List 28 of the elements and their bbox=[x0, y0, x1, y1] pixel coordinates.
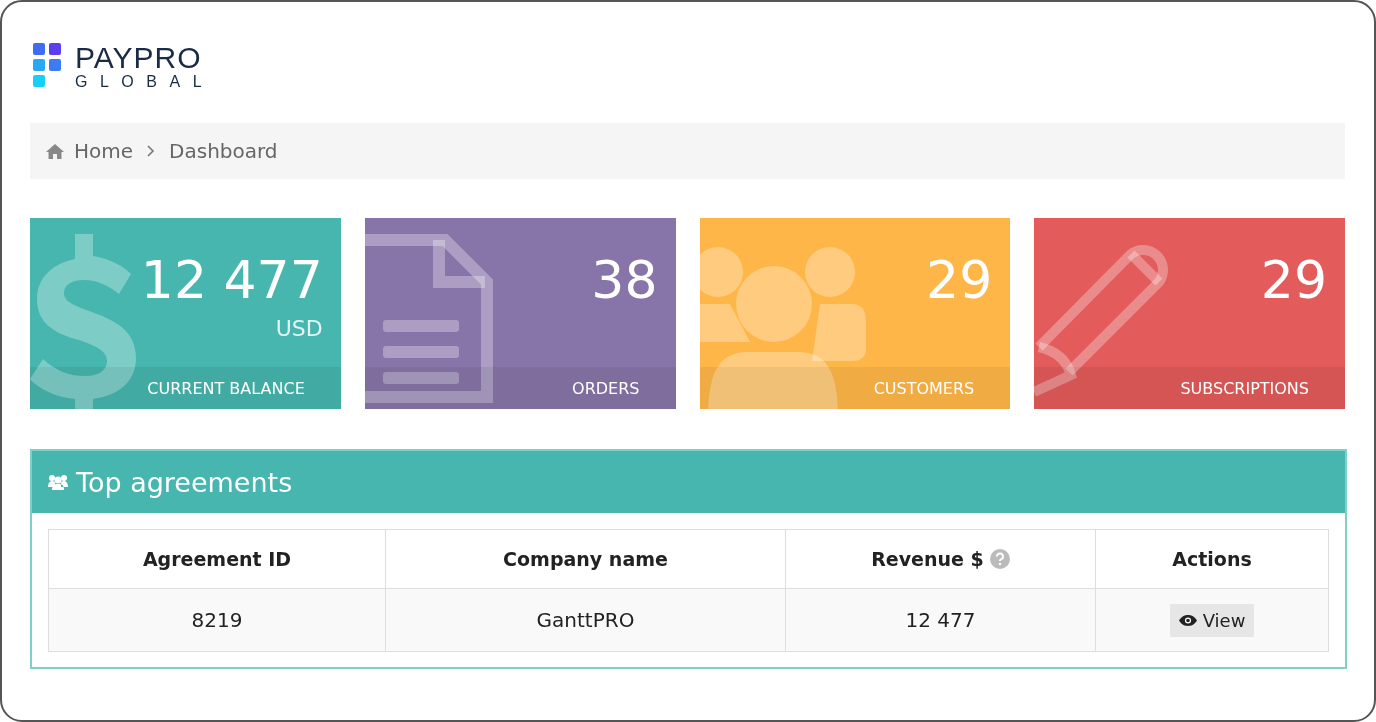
stat-label: CURRENT BALANCE bbox=[147, 378, 305, 398]
panel-title: Top agreements bbox=[76, 466, 293, 498]
view-button[interactable]: View bbox=[1169, 603, 1255, 637]
logo-icon bbox=[33, 43, 63, 89]
home-link[interactable]: Home bbox=[46, 139, 134, 163]
table-cell: 12 477 bbox=[785, 588, 1096, 652]
column-label: Agreement ID bbox=[142, 548, 292, 570]
column-label: Company name bbox=[503, 548, 668, 570]
stat-value: 29 bbox=[926, 254, 993, 306]
breadcrumb-current: Dashboard bbox=[169, 139, 278, 163]
table-cell: 8219 bbox=[48, 588, 386, 652]
stat-unit: USD bbox=[275, 316, 323, 341]
stat-value: 38 bbox=[591, 254, 658, 306]
stat-value: 12 477 bbox=[140, 254, 323, 306]
eye-icon bbox=[1178, 614, 1197, 626]
home-icon bbox=[46, 143, 64, 159]
stat-value: 29 bbox=[1260, 254, 1327, 306]
stat-label: SUBSCRIPTIONS bbox=[1180, 378, 1309, 398]
stat-label: CUSTOMERS bbox=[873, 378, 975, 398]
logo-name: PAYPRO bbox=[75, 42, 203, 73]
column-label: Actions bbox=[1172, 548, 1252, 570]
chevron-icon bbox=[147, 145, 156, 157]
people-icon bbox=[48, 474, 68, 490]
help-icon[interactable] bbox=[989, 549, 1010, 569]
stat-label: ORDERS bbox=[572, 378, 640, 398]
table-cell: GanttPRO bbox=[385, 588, 786, 652]
column-label: Revenue $ bbox=[871, 548, 984, 570]
logo-subtitle: GLOBAL bbox=[75, 73, 215, 90]
